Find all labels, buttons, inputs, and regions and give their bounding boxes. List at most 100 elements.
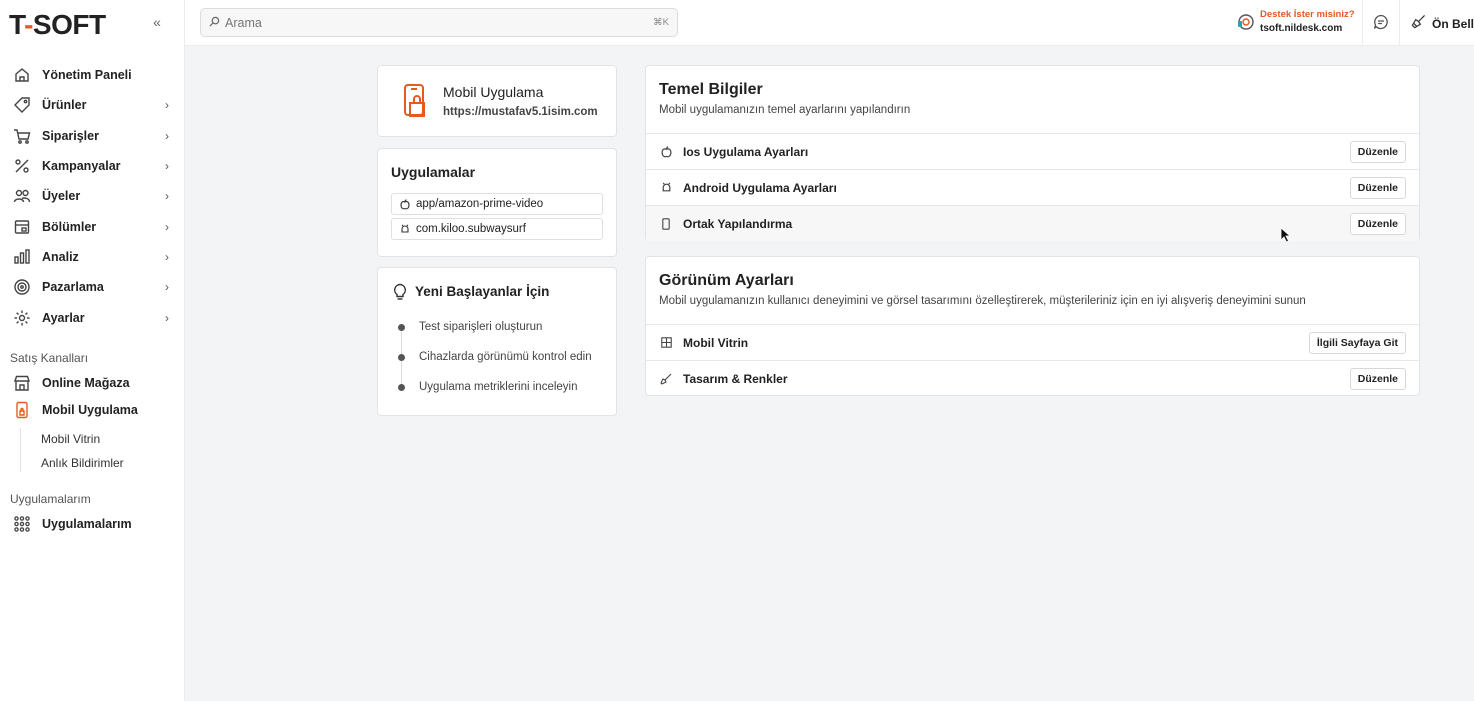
app-info-card: Mobil Uygulama https://mustafav5.1isim.c… bbox=[377, 65, 617, 137]
appearance-subtitle: Mobil uygulamanızın kullanıcı deneyimini… bbox=[659, 295, 1306, 307]
chevron-right-icon: › bbox=[165, 128, 169, 143]
step-label: Cihazlarda görünümü kontrol edin bbox=[419, 351, 592, 363]
chevron-right-icon: › bbox=[165, 219, 169, 234]
row-label: Ortak Yapılandırma bbox=[683, 216, 793, 231]
nav-item-settings[interactable]: Ayarlar › bbox=[0, 302, 185, 332]
edit-design-button[interactable]: Düzenle bbox=[1349, 368, 1406, 390]
submenu-line bbox=[20, 428, 21, 472]
app-chip-label: com.kiloo.subwaysurf bbox=[416, 223, 526, 235]
users-icon bbox=[12, 186, 32, 206]
apple-icon bbox=[400, 198, 410, 209]
chevron-right-icon: › bbox=[165, 159, 169, 174]
search-input[interactable] bbox=[225, 15, 645, 30]
settings-row-android[interactable]: Android Uygulama Ayarları Düzenle bbox=[646, 169, 1419, 205]
header-divider bbox=[1399, 0, 1400, 46]
appearance-title: Görünüm Ayarları bbox=[659, 272, 794, 289]
row-label: Ios Uygulama Ayarları bbox=[683, 144, 809, 159]
step-label: Test siparişleri oluşturun bbox=[419, 321, 543, 333]
subnav-mobile-showcase[interactable]: Mobil Vitrin bbox=[41, 432, 100, 446]
step-dot bbox=[398, 323, 405, 331]
nav-item-analytics[interactable]: Analiz › bbox=[0, 242, 185, 272]
logo-dash: - bbox=[24, 9, 33, 40]
search-shortcut-hint: ⌘K bbox=[653, 17, 669, 28]
target-icon bbox=[12, 277, 32, 297]
settings-row-design-colors[interactable]: Tasarım & Renkler Düzenle bbox=[646, 360, 1419, 396]
sections-icon bbox=[12, 217, 32, 237]
apps-grid-icon bbox=[12, 514, 32, 534]
settings-row-mobile-showcase[interactable]: Mobil Vitrin İlgili Sayfaya Git bbox=[646, 324, 1419, 360]
nav-item-orders[interactable]: Siparişler › bbox=[0, 121, 185, 151]
app-chip-android[interactable]: com.kiloo.subwaysurf bbox=[391, 218, 603, 240]
nav-item-sections[interactable]: Bölümler › bbox=[0, 211, 185, 241]
edit-ios-button[interactable]: Düzenle bbox=[1349, 141, 1406, 163]
collapse-sidebar-icon[interactable]: « bbox=[148, 13, 166, 31]
channel-label: Mobil Uygulama bbox=[42, 403, 138, 417]
edit-common-button[interactable]: Düzenle bbox=[1349, 213, 1406, 235]
apps-card: Uygulamalar app/amazon-prime-video com.k… bbox=[377, 148, 617, 257]
chevron-right-icon: › bbox=[165, 249, 169, 264]
nav-label: Bölümler bbox=[42, 219, 97, 234]
settings-row-ios[interactable]: Ios Uygulama Ayarları Düzenle bbox=[646, 133, 1419, 169]
clear-cache-button[interactable]: Ön Belle bbox=[1411, 14, 1474, 34]
search-box[interactable]: ⌘K bbox=[200, 8, 678, 37]
tsoft-logo[interactable]: T-SOFT bbox=[9, 9, 106, 41]
getting-started-title: Yeni Başlayanlar İçin bbox=[415, 284, 550, 299]
row-label: Android Uygulama Ayarları bbox=[683, 180, 837, 195]
home-icon bbox=[12, 65, 32, 85]
app-url[interactable]: https://mustafav5.1isim.com bbox=[443, 106, 598, 118]
app-chip-ios[interactable]: app/amazon-prime-video bbox=[391, 193, 603, 215]
nav-label: Yönetim Paneli bbox=[42, 68, 132, 83]
chevron-right-icon: › bbox=[165, 280, 169, 295]
settings-row-common[interactable]: Ortak Yapılandırma Düzenle bbox=[646, 205, 1419, 241]
nav-label: Analiz bbox=[42, 249, 79, 264]
basic-info-title: Temel Bilgiler bbox=[659, 81, 763, 98]
sales-channels-heading: Satış Kanalları bbox=[10, 351, 89, 365]
appearance-settings-card: Görünüm Ayarları Mobil uygulamanızın kul… bbox=[645, 256, 1420, 396]
main-nav: Yönetim Paneli Ürünler › Siparişler › Ka… bbox=[0, 60, 185, 333]
mobile-app-icon bbox=[402, 83, 432, 119]
phone-icon bbox=[660, 217, 672, 230]
channel-label: Online Mağaza bbox=[42, 376, 130, 390]
support-link[interactable]: Destek İster misiniz? tsoft.nildesk.com bbox=[1237, 9, 1355, 34]
nav-label: Ayarlar bbox=[42, 310, 85, 325]
nav-item-members[interactable]: Üyeler › bbox=[0, 181, 185, 211]
analytics-icon bbox=[12, 247, 32, 267]
chevron-right-icon: › bbox=[165, 310, 169, 325]
subnav-push-notifications[interactable]: Anlık Bildirimler bbox=[41, 456, 124, 470]
support-icon bbox=[1237, 13, 1255, 31]
tag-icon bbox=[12, 95, 32, 115]
step-item[interactable]: Cihazlarda görünümü kontrol edin bbox=[398, 351, 592, 363]
app-name: Mobil Uygulama bbox=[443, 84, 544, 100]
nav-item-dashboard[interactable]: Yönetim Paneli bbox=[0, 60, 185, 90]
nav-label: Siparişler bbox=[42, 128, 99, 143]
chat-icon[interactable] bbox=[1373, 14, 1389, 30]
step-label: Uygulama metriklerini inceleyin bbox=[419, 381, 578, 393]
mobile-app-icon bbox=[12, 400, 32, 420]
nav-item-my-apps[interactable]: Uygulamalarım bbox=[12, 513, 132, 535]
support-text: Destek İster misiniz? tsoft.nildesk.com bbox=[1260, 9, 1355, 34]
channel-online-store[interactable]: Online Mağaza bbox=[12, 372, 130, 394]
logo-letter: T bbox=[9, 9, 25, 40]
channel-mobile-app[interactable]: Mobil Uygulama bbox=[12, 399, 138, 421]
gear-icon bbox=[12, 308, 32, 328]
cart-icon bbox=[12, 126, 32, 146]
step-item[interactable]: Uygulama metriklerini inceleyin bbox=[398, 381, 578, 393]
discount-icon bbox=[12, 156, 32, 176]
nav-item-products[interactable]: Ürünler › bbox=[0, 90, 185, 120]
nav-item-marketing[interactable]: Pazarlama › bbox=[0, 272, 185, 302]
getting-started-card: Yeni Başlayanlar İçin Test siparişleri o… bbox=[377, 267, 617, 416]
my-apps-label: Uygulamalarım bbox=[42, 517, 132, 531]
support-title: Destek İster misiniz? bbox=[1260, 9, 1355, 20]
edit-android-button[interactable]: Düzenle bbox=[1349, 177, 1406, 199]
logo-text: SOFT bbox=[32, 9, 106, 40]
step-item[interactable]: Test siparişleri oluşturun bbox=[398, 321, 542, 333]
grid-icon bbox=[660, 337, 672, 349]
row-label: Mobil Vitrin bbox=[683, 335, 749, 350]
lightbulb-icon bbox=[392, 283, 408, 301]
nav-item-campaigns[interactable]: Kampanyalar › bbox=[0, 151, 185, 181]
chevron-right-icon: › bbox=[165, 98, 169, 113]
support-domain: tsoft.nildesk.com bbox=[1260, 23, 1343, 34]
go-to-page-button[interactable]: İlgili Sayfaya Git bbox=[1308, 332, 1406, 354]
top-header: ⌘K Destek İster misiniz? tsoft.nildesk.c… bbox=[185, 0, 1474, 46]
nav-label: Üyeler bbox=[42, 189, 81, 204]
